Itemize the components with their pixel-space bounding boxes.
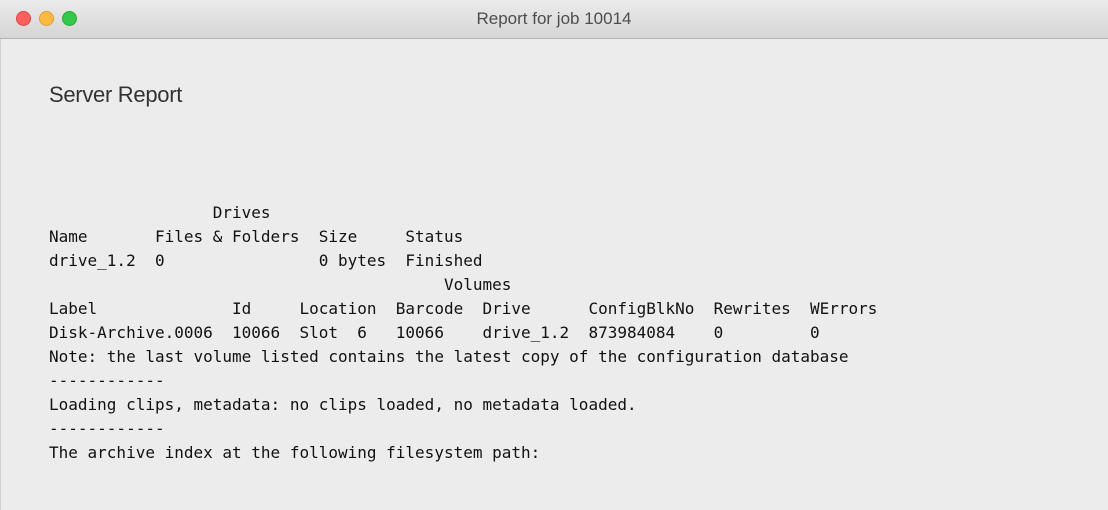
report-line-drives-columns: Name Files & Folders Size Status [49,227,464,246]
report-line-volumes-columns: Label Id Location Barcode Drive ConfigBl… [49,299,878,318]
title-bar[interactable]: Report for job 10014 [0,0,1108,39]
report-heading: Server Report [49,82,183,107]
report-line-drives-header: Drives [49,203,271,222]
report-line-drive-row: drive_1.2 0 0 bytes Finished [49,251,483,270]
report-line-separator: ------------ [49,419,165,438]
report-content: Server Report Drives Name Files & Folder… [0,39,1108,510]
report-text: Drives Name Files & Folders Size Status … [49,201,877,465]
report-line-volume-row: Disk-Archive.0006 10066 Slot 6 10066 dri… [49,323,820,342]
report-line-archive-index: The archive index at the following files… [49,443,541,462]
report-line-note: Note: the last volume listed contains th… [49,347,849,366]
window-title: Report for job 10014 [476,9,632,28]
report-line-separator: ------------ [49,371,165,390]
report-window: Report for job 10014 Server Report Drive… [0,0,1108,510]
report-line-loading-clips: Loading clips, metadata: no clips loaded… [49,395,637,414]
report-line-volumes-header: Volumes [49,275,512,294]
